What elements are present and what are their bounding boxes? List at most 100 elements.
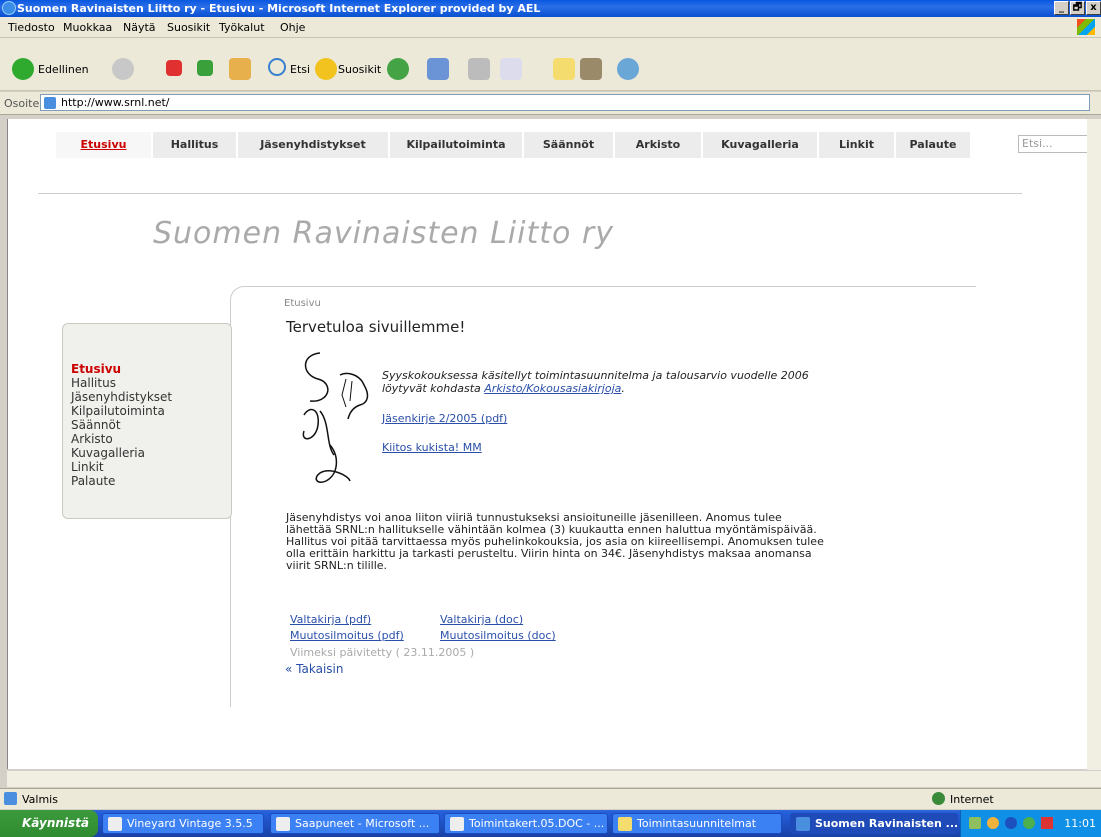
site-search-input[interactable]: Etsi... — [1018, 135, 1088, 153]
sidebar-item-arkisto[interactable]: Arkisto — [71, 432, 172, 446]
vertical-scrollbar[interactable] — [1087, 119, 1101, 770]
menu-file[interactable]: Tiedosto — [8, 21, 55, 34]
history-icon[interactable] — [387, 58, 409, 80]
sidebar-item-kuvagalleria[interactable]: Kuvagalleria — [71, 446, 172, 460]
task-outlook[interactable]: Saapuneet - Microsoft ... — [270, 813, 440, 834]
research-icon[interactable] — [580, 58, 602, 80]
clock[interactable]: 11:01 — [1064, 817, 1096, 830]
tab-kuvagalleria[interactable]: Kuvagalleria — [703, 132, 819, 158]
search-icon[interactable] — [268, 58, 286, 76]
start-button[interactable]: Käynnistä — [0, 810, 98, 837]
system-tray: 11:01 — [960, 810, 1101, 837]
valtakirja-doc-link[interactable]: Valtakirja (doc) — [440, 613, 523, 626]
task-label: Suomen Ravinaisten ... — [815, 817, 958, 830]
refresh-icon[interactable] — [197, 60, 213, 76]
sidebar-menu: Etusivu Hallitus Jäsenyhdistykset Kilpai… — [62, 323, 232, 519]
stop-icon[interactable] — [166, 60, 182, 76]
menu-view[interactable]: Näytä — [123, 21, 156, 34]
task-label: Vineyard Vintage 3.5.5 — [127, 817, 253, 830]
horizontal-scrollbar[interactable] — [7, 770, 1101, 787]
tray-icon[interactable] — [969, 817, 981, 829]
tray-icon[interactable] — [1005, 817, 1017, 829]
page-done-icon — [4, 792, 17, 805]
mail-icon[interactable] — [427, 58, 449, 80]
tab-arkisto[interactable]: Arkisto — [615, 132, 703, 158]
arkisto-link[interactable]: Arkisto/Kokousasiakirjoja — [484, 382, 621, 395]
site-title: Suomen Ravinaisten Liitto ry — [153, 216, 614, 251]
kiitos-link[interactable]: Kiitos kukista! MM — [382, 441, 482, 454]
maximize-button[interactable]: 🗗 — [1070, 1, 1085, 15]
vineyard-icon — [108, 817, 122, 831]
jasenkirje-link[interactable]: Jäsenkirje 2/2005 (pdf) — [382, 412, 507, 425]
tab-etusivu[interactable]: Etusivu — [56, 132, 153, 158]
sidebar-item-palaute[interactable]: Palaute — [71, 474, 172, 488]
web-page: Etusivu Hallitus Jäsenyhdistykset Kilpai… — [7, 119, 1088, 769]
tab-palaute[interactable]: Palaute — [896, 132, 972, 158]
task-folder[interactable]: Toimintasuunnitelmat — [612, 813, 782, 834]
tab-jasenyhdistykset[interactable]: Jäsenyhdistykset — [238, 132, 390, 158]
tab-kilpailutoiminta[interactable]: Kilpailutoiminta — [390, 132, 524, 158]
menu-bar: Tiedosto Muokkaa Näytä Suosikit Työkalut… — [0, 17, 1101, 38]
favorites-star-icon[interactable] — [315, 58, 337, 80]
word-doc-icon — [450, 817, 464, 831]
forward-arrow-icon[interactable] — [112, 58, 134, 80]
sidebar-item-saannot[interactable]: Säännöt — [71, 418, 172, 432]
outlook-icon — [276, 817, 290, 831]
task-label: Toimintasuunnitelmat — [637, 817, 757, 830]
messenger-icon[interactable] — [617, 58, 639, 80]
tray-icon[interactable] — [1041, 817, 1053, 829]
sidebar-item-kilpailutoiminta[interactable]: Kilpailutoiminta — [71, 404, 172, 418]
window-title: Suomen Ravinaisten Liitto ry - Etusivu -… — [17, 2, 541, 15]
task-word[interactable]: Toimintakert.05.DOC - ... — [444, 813, 608, 834]
menu-favorites[interactable]: Suosikit — [167, 21, 210, 34]
menu-edit[interactable]: Muokkaa — [63, 21, 112, 34]
back-button-label[interactable]: Edellinen — [38, 63, 89, 76]
muutosilmoitus-pdf-link[interactable]: Muutosilmoitus (pdf) — [290, 629, 404, 642]
menu-tools[interactable]: Työkalut — [219, 21, 265, 34]
body-paragraph: Jäsenyhdistys voi anoa liiton viiriä tun… — [286, 511, 824, 572]
tab-saannot[interactable]: Säännöt — [524, 132, 615, 158]
tray-icon[interactable] — [1023, 817, 1035, 829]
address-input[interactable]: http://www.srnl.net/ — [40, 94, 1090, 111]
status-text: Valmis — [22, 793, 58, 806]
back-link[interactable]: « Takaisin — [285, 662, 343, 676]
search-button-label[interactable]: Etsi — [290, 63, 310, 76]
status-bar: Valmis Internet — [0, 788, 1101, 809]
task-ie[interactable]: Suomen Ravinaisten ... — [790, 813, 958, 834]
security-zone: Internet — [950, 793, 994, 806]
favorites-button-label[interactable]: Suosikit — [338, 63, 381, 76]
home-icon[interactable] — [229, 58, 251, 80]
internet-zone-icon — [932, 792, 945, 805]
task-label: Saapuneet - Microsoft ... — [295, 817, 430, 830]
sidebar-item-linkit[interactable]: Linkit — [71, 460, 172, 474]
menu-help[interactable]: Ohje — [280, 21, 305, 34]
close-button[interactable]: x — [1086, 1, 1101, 15]
print-icon[interactable] — [468, 58, 490, 80]
taskbar: Käynnistä Vineyard Vintage 3.5.5 Saapune… — [0, 810, 1101, 837]
sidebar-item-hallitus[interactable]: Hallitus — [71, 376, 172, 390]
windows-logo-icon — [1077, 19, 1095, 35]
breadcrumb: Etusivu — [284, 298, 321, 309]
valtakirja-pdf-link[interactable]: Valtakirja (pdf) — [290, 613, 371, 626]
sidebar-item-jasenyhdistykset[interactable]: Jäsenyhdistykset — [71, 390, 172, 404]
sidebar-item-etusivu[interactable]: Etusivu — [71, 362, 172, 376]
edit-word-icon[interactable] — [500, 58, 522, 80]
horse-logo-image — [302, 352, 369, 484]
intro-paragraph: Syyskokouksessa käsitellyt toimintasuunn… — [382, 369, 852, 395]
tab-hallitus[interactable]: Hallitus — [153, 132, 238, 158]
tray-icon[interactable] — [987, 817, 999, 829]
folder-icon — [618, 817, 632, 831]
page-heading: Tervetuloa sivuillemme! — [286, 318, 466, 336]
address-label: Osoite — [4, 97, 40, 110]
task-label: Toimintakert.05.DOC - ... — [469, 817, 605, 830]
ie-icon — [2, 1, 16, 15]
minimize-button[interactable]: _ — [1054, 1, 1069, 15]
task-vineyard[interactable]: Vineyard Vintage 3.5.5 — [102, 813, 264, 834]
back-arrow-icon[interactable] — [12, 58, 34, 80]
muutosilmoitus-doc-link[interactable]: Muutosilmoitus (doc) — [440, 629, 556, 642]
window-title-bar[interactable]: Suomen Ravinaisten Liitto ry - Etusivu -… — [0, 0, 1101, 17]
toolbar: Edellinen Etsi Suosikit — [0, 38, 1101, 91]
tab-linkit[interactable]: Linkit — [819, 132, 896, 158]
folder-icon[interactable] — [553, 58, 575, 80]
address-url[interactable]: http://www.srnl.net/ — [61, 96, 170, 109]
